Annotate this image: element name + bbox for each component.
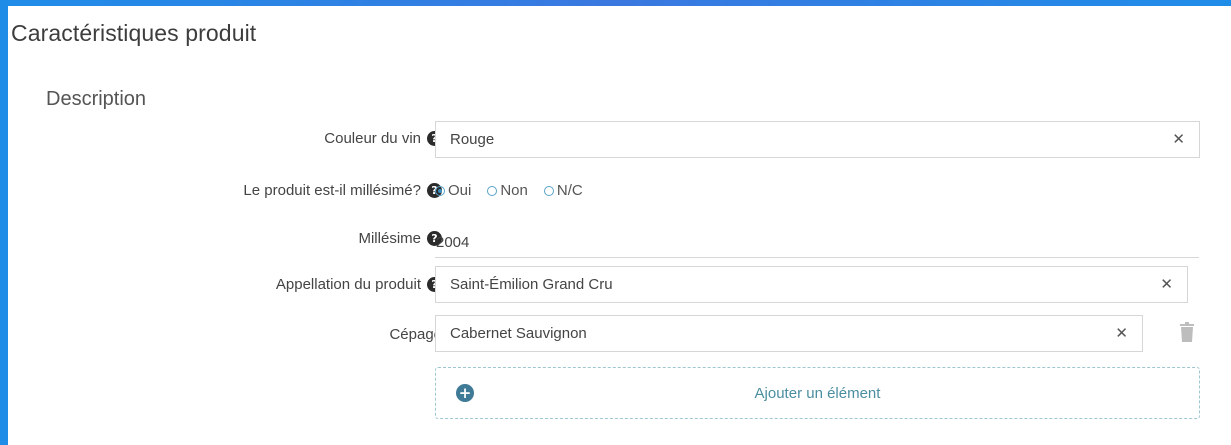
page-title: Caractéristiques produit (11, 20, 257, 46)
couleur-label-text: Couleur du vin (324, 130, 421, 147)
add-element-label: Ajouter un élément (754, 384, 881, 402)
millesime-label-text: Millésime (358, 230, 421, 247)
couleur-label: Couleur du vin ? (324, 130, 442, 147)
radio-non[interactable]: Non (487, 182, 528, 199)
millesime-question-text: Le produit est-il millésimé? (243, 182, 421, 199)
close-icon[interactable]: ✕ (1160, 275, 1173, 293)
close-icon[interactable]: ✕ (1115, 324, 1128, 342)
content-panel: Caractéristiques produit Description Cou… (8, 6, 1231, 445)
millesime-input[interactable]: 2004 (435, 230, 1199, 258)
radio-nc[interactable]: N/C (543, 182, 583, 199)
appellation-select[interactable]: Saint-Émilion Grand Cru ✕ (435, 266, 1188, 303)
millesime-question-label: Le produit est-il millésimé? ? (243, 182, 442, 199)
radio-oui-label: Oui (448, 182, 472, 199)
appellation-label-text: Appellation du produit (275, 276, 421, 293)
radio-non-indicator[interactable] (487, 185, 498, 196)
add-element-button[interactable]: + Ajouter un élément (435, 367, 1200, 419)
radio-non-label: Non (500, 182, 528, 199)
radio-nc-label: N/C (556, 182, 583, 199)
plus-circle-icon: + (456, 384, 474, 402)
close-icon[interactable]: ✕ (1172, 130, 1185, 148)
cepage-value: Cabernet Sauvignon (450, 325, 587, 342)
millesime-radio-group: Oui Non N/C (435, 182, 583, 199)
millesime-label: Millésime ? (358, 230, 442, 247)
trash-icon[interactable] (1180, 322, 1194, 342)
appellation-label: Appellation du produit ? (276, 276, 442, 293)
radio-nc-indicator[interactable] (543, 185, 554, 196)
appellation-value: Saint-Émilion Grand Cru (450, 276, 613, 293)
couleur-value: Rouge (450, 131, 495, 148)
window-frame: Caractéristiques produit Description Cou… (0, 0, 1231, 445)
radio-oui-indicator[interactable] (435, 185, 445, 196)
cepage-select[interactable]: Cabernet Sauvignon ✕ (435, 315, 1143, 352)
radio-oui[interactable]: Oui (435, 182, 471, 199)
couleur-select[interactable]: Rouge ✕ (435, 121, 1200, 158)
section-title: Description (46, 88, 147, 110)
